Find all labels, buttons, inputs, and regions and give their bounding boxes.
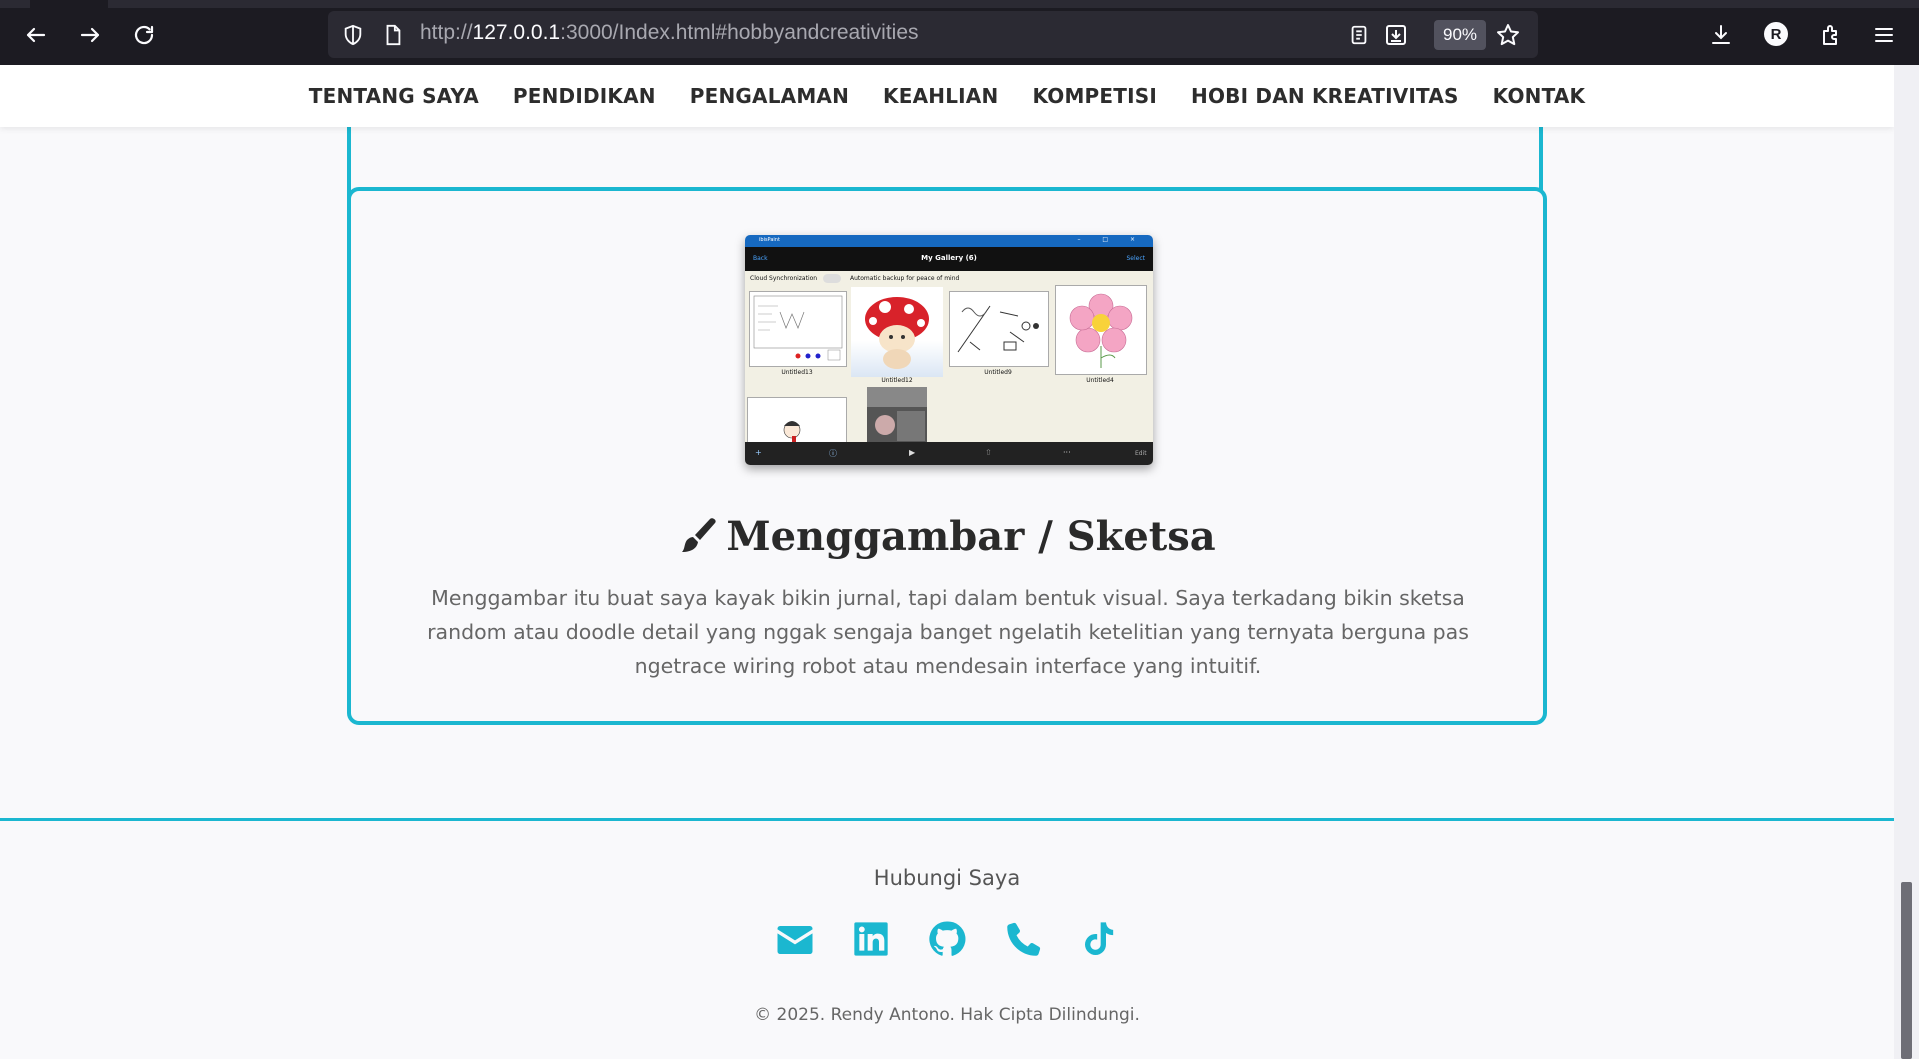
menu-button[interactable] <box>1863 15 1905 55</box>
edit-label: Edit <box>1135 450 1147 457</box>
gallery-title: My Gallery (6) <box>921 254 977 262</box>
scrollbar-thumb[interactable] <box>1901 882 1912 1059</box>
page-content: TENTANG SAYA PENDIDIKAN PENGALAMAN KEAHL… <box>0 65 1894 1059</box>
page-icon[interactable] <box>380 22 406 48</box>
gallery-toolbar: + ⓘ ▶ ⇧ ··· Edit <box>745 442 1153 465</box>
backup-label: Automatic backup for peace of mind <box>850 275 960 282</box>
gallery-header: Back My Gallery (6) Select <box>745 247 1153 271</box>
social-links <box>0 919 1894 961</box>
tab-strip <box>0 0 1919 8</box>
arrow-right-icon <box>80 27 100 43</box>
linkedin-icon[interactable] <box>833 919 909 961</box>
tiktok-icon[interactable] <box>1061 919 1137 961</box>
save-page-icon[interactable] <box>1383 22 1409 48</box>
nav-item-hobi[interactable]: HOBI DAN KREATIVITAS <box>1191 84 1459 108</box>
mushroom-thumbnail <box>851 287 943 377</box>
sync-label: Cloud Synchronization <box>750 275 818 282</box>
more-icon: ··· <box>1063 448 1071 457</box>
gallery-select: Select <box>1126 255 1145 262</box>
doodle-thumbnail <box>949 291 1049 367</box>
play-icon: ▶ <box>909 448 916 457</box>
thumb-label: Untitled13 <box>781 369 813 376</box>
paintbrush-icon <box>682 518 716 552</box>
hamburger-icon <box>1875 28 1893 42</box>
add-icon: + <box>755 448 762 457</box>
thumb-label: Untitled9 <box>984 369 1012 376</box>
hobby-screenshot: ibisPaint – □ × Back My Gallery (6) Sele… <box>745 235 1153 465</box>
arrow-left-icon <box>26 27 46 43</box>
share-icon: ⇧ <box>985 448 992 457</box>
nav-item-keahlian[interactable]: KEAHLIAN <box>883 84 998 108</box>
photo-thumbnail <box>867 387 927 443</box>
footer-title: Hubungi Saya <box>873 866 1021 890</box>
puzzle-icon <box>1823 25 1837 45</box>
shield-icon[interactable] <box>340 22 366 48</box>
envelope-icon[interactable] <box>757 919 833 961</box>
main-nav: TENTANG SAYA PENDIDIKAN PENGALAMAN KEAHL… <box>0 65 1894 127</box>
app-name: ibisPaint <box>759 237 780 243</box>
back-button[interactable] <box>15 15 57 55</box>
hobby-card-drawing: ibisPaint – □ × Back My Gallery (6) Sele… <box>347 187 1547 725</box>
reload-button[interactable] <box>123 15 165 55</box>
forward-button[interactable] <box>69 15 111 55</box>
window-controls: – □ × <box>1077 236 1145 243</box>
nav-item-pengalaman[interactable]: PENGALAMAN <box>690 84 849 108</box>
reload-icon <box>134 25 154 45</box>
nav-item-kontak[interactable]: KONTAK <box>1493 84 1586 108</box>
app-titlebar: ibisPaint – □ × <box>745 235 1153 247</box>
hobby-title: Menggambar / Sketsa <box>351 513 1543 560</box>
bookmark-star-icon[interactable] <box>1495 22 1521 48</box>
footer: Hubungi Saya © 2025. Rendy Antono. Hak C… <box>0 818 1894 1059</box>
info-icon: ⓘ <box>829 449 837 458</box>
thumb-label: Untitled4 <box>1086 377 1114 384</box>
nav-item-tentang-saya[interactable]: TENTANG SAYA <box>309 84 479 108</box>
thumb-label: Untitled12 <box>881 377 913 384</box>
zoom-indicator[interactable]: 90% <box>1434 20 1486 50</box>
extensions-button[interactable] <box>1810 15 1852 55</box>
page-scrollbar[interactable] <box>1894 65 1919 1059</box>
address-bar[interactable]: http://127.0.0.1:3000/Index.html#hobbyan… <box>328 11 1538 58</box>
sync-toggle <box>823 274 841 283</box>
phone-icon[interactable] <box>985 919 1061 961</box>
sketch-thumbnail <box>749 291 847 367</box>
github-icon[interactable] <box>909 919 985 961</box>
active-tab-edge[interactable] <box>30 0 108 8</box>
nav-item-kompetisi[interactable]: KOMPETISI <box>1032 84 1157 108</box>
account-avatar[interactable]: R <box>1764 22 1788 46</box>
browser-toolbar: http://127.0.0.1:3000/Index.html#hobbyan… <box>0 0 1919 65</box>
download-icon <box>1712 25 1730 44</box>
hobby-description: Menggambar itu buat saya kayak bikin jur… <box>427 586 1469 678</box>
nav-item-pendidikan[interactable]: PENDIDIKAN <box>513 84 656 108</box>
downloads-button[interactable] <box>1700 15 1742 55</box>
url-text[interactable]: http://127.0.0.1:3000/Index.html#hobbyan… <box>420 21 919 45</box>
flower-thumbnail <box>1055 285 1147 375</box>
reader-view-icon[interactable] <box>1346 22 1372 48</box>
copyright: © 2025. Rendy Antono. Hak Cipta Dilindun… <box>754 1005 1140 1025</box>
